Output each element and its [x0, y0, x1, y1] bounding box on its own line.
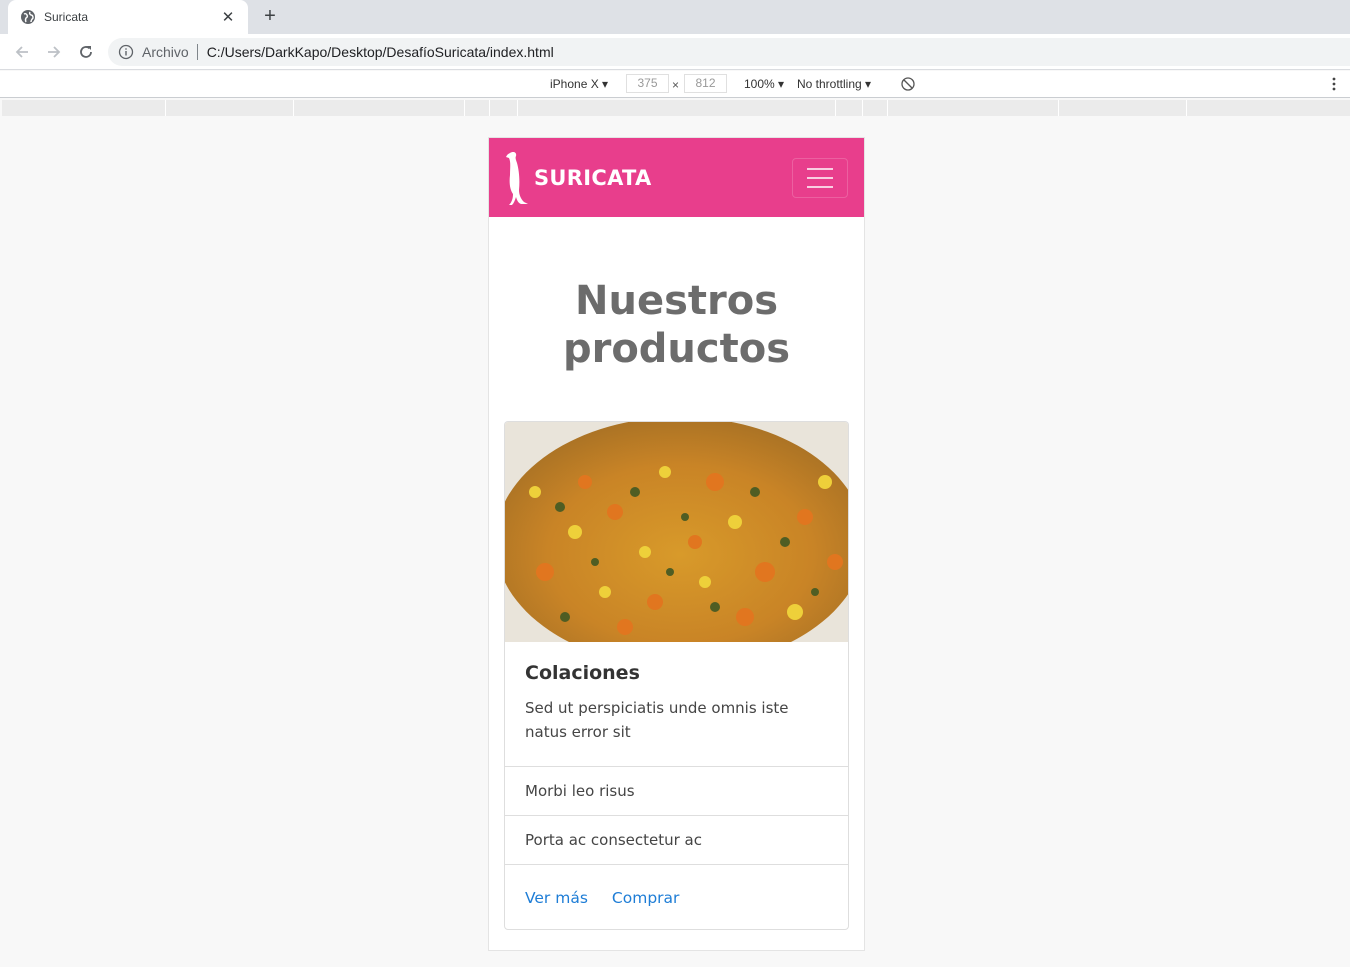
rotate-icon[interactable]: [900, 76, 916, 92]
device-select[interactable]: iPhone X ▾: [550, 77, 608, 91]
tab-strip: Suricata ✕ +: [0, 0, 1350, 34]
globe-icon: [21, 10, 35, 24]
zoom-select[interactable]: 100% ▾: [744, 77, 784, 91]
more-options-icon[interactable]: [1329, 76, 1339, 92]
browser-tab[interactable]: Suricata ✕: [8, 0, 248, 34]
comprar-link[interactable]: Comprar: [612, 889, 680, 907]
throttling-select[interactable]: No throttling ▾: [797, 77, 871, 91]
card-text: Sed ut perspiciatis unde omnis iste natu…: [525, 699, 789, 741]
ver-mas-link[interactable]: Ver más: [525, 889, 588, 907]
browser-toolbar: Archivo C:/Users/DarkKapo/Desktop/Desafí…: [0, 34, 1350, 70]
product-image: [505, 422, 848, 642]
back-arrow-icon: [15, 46, 28, 58]
brand-logo[interactable]: SURICATA: [504, 150, 652, 206]
device-viewport: SURICATA Nuestros productos Colaciones S…: [488, 137, 865, 951]
forward-button[interactable]: [42, 40, 66, 64]
back-button[interactable]: [10, 40, 34, 64]
card-links: Ver más Comprar: [505, 864, 848, 929]
tab-title: Suricata: [44, 10, 89, 24]
hamburger-bar: [807, 186, 833, 188]
product-card: Colaciones Sed ut perspiciatis unde omni…: [504, 421, 849, 930]
security-label[interactable]: Archivo: [142, 44, 189, 60]
forward-arrow-icon: [48, 46, 61, 58]
new-tab-button[interactable]: +: [258, 5, 282, 29]
url-text[interactable]: C:/Users/DarkKapo/Desktop/DesafíoSuricat…: [207, 44, 554, 60]
width-input[interactable]: 375: [626, 74, 669, 93]
page-title-line2: productos: [562, 326, 791, 372]
card-body: Colaciones Sed ut perspiciatis unde omni…: [505, 642, 848, 766]
omnibox-separator: [196, 44, 198, 60]
page-title-line1: Nuestros: [574, 278, 779, 324]
brand-name: SURICATA: [534, 166, 652, 190]
media-query-bar[interactable]: [2, 100, 1350, 116]
card-title: Colaciones: [525, 662, 640, 684]
hamburger-bar: [807, 177, 833, 179]
meerkat-icon: [506, 152, 528, 205]
page-title: Nuestros productos: [489, 277, 864, 373]
site-navbar: SURICATA: [489, 138, 864, 217]
reload-button[interactable]: [74, 40, 98, 64]
list-item: Morbi leo risus: [505, 766, 848, 815]
height-input[interactable]: 812: [684, 74, 727, 93]
dimension-separator: ×: [672, 78, 680, 92]
hamburger-menu-button[interactable]: [792, 158, 848, 198]
reload-icon: [80, 46, 92, 58]
hamburger-bar: [807, 168, 833, 170]
tab-close-icon[interactable]: ✕: [220, 8, 236, 26]
info-icon[interactable]: [118, 44, 134, 60]
list-item: Porta ac consectetur ac: [505, 815, 848, 864]
address-bar[interactable]: Archivo C:/Users/DarkKapo/Desktop/Desafí…: [108, 38, 1350, 66]
device-toolbar: iPhone X ▾ 375 × 812 100% ▾ No throttlin…: [0, 71, 1350, 98]
